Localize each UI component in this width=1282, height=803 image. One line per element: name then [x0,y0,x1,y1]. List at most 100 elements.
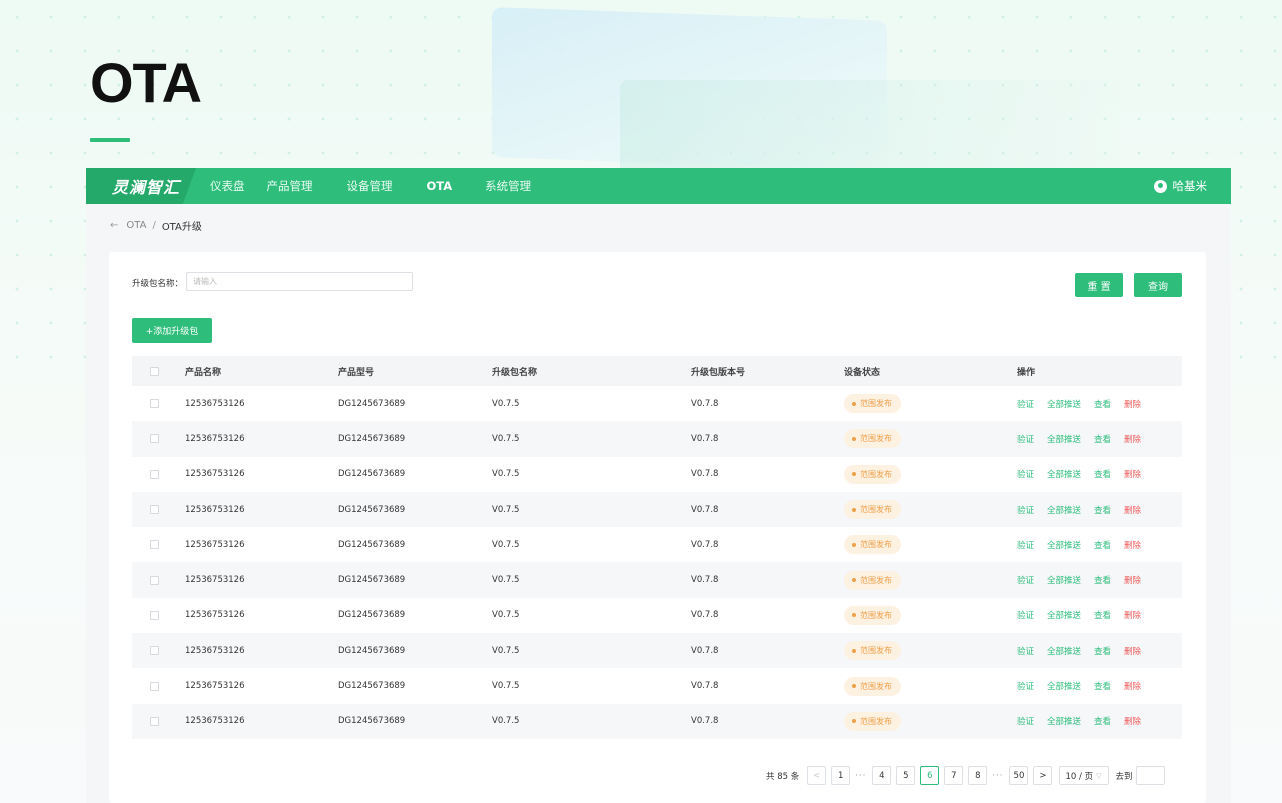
delete-link[interactable]: 删除 [1124,682,1141,692]
add-package-button[interactable]: +添加升级包 [132,318,212,343]
row-checkbox[interactable] [150,575,159,585]
row-checkbox[interactable] [150,505,159,515]
row-checkbox[interactable] [150,610,159,620]
product-model-cell: DG1245673689 [338,575,406,586]
page-button[interactable]: 50 [1009,766,1029,785]
push-all-link[interactable]: 全部推送 [1047,541,1081,551]
push-all-link[interactable]: 全部推送 [1047,435,1081,445]
row-checkbox[interactable] [150,716,159,726]
goto-page-input[interactable] [1136,766,1166,785]
push-all-link[interactable]: 全部推送 [1047,647,1081,657]
chevron-down-icon: ▽ [1096,771,1102,780]
page-button[interactable]: 7 [944,766,964,785]
view-link[interactable]: 查看 [1094,400,1111,410]
status-badge: 范围发布 [844,500,901,520]
breadcrumb-parent[interactable]: OTA [126,220,146,231]
row-checkbox[interactable] [150,469,159,479]
verify-link[interactable]: 验证 [1017,717,1034,727]
prev-page-button[interactable]: < [807,766,827,785]
user-menu[interactable]: 哈基米 [1153,168,1207,204]
row-checkbox[interactable] [150,646,159,656]
view-link[interactable]: 查看 [1094,470,1111,480]
verify-link[interactable]: 验证 [1017,470,1034,480]
column-header: 升级包名称 [492,367,538,378]
delete-link[interactable]: 删除 [1124,400,1141,410]
table-row: 12536753126 DG1245673689 V0.7.5 V0.7.8 范… [132,527,1182,562]
push-all-link[interactable]: 全部推送 [1047,506,1081,516]
page-button[interactable]: 5 [896,766,916,785]
push-all-link[interactable]: 全部推送 [1047,717,1081,727]
nav-item-dashboard[interactable]: 仪表盘 [210,178,245,194]
verify-link[interactable]: 验证 [1017,506,1034,516]
view-link[interactable]: 查看 [1094,506,1111,516]
package-version-cell: V0.7.8 [691,716,719,727]
view-link[interactable]: 查看 [1094,647,1111,657]
select-all-checkbox[interactable] [150,366,159,376]
next-page-button[interactable]: > [1033,766,1053,785]
page-button[interactable]: 6 [920,766,940,785]
delete-link[interactable]: 删除 [1124,506,1141,516]
product-name-cell: 12536753126 [185,433,245,444]
row-checkbox[interactable] [150,399,159,409]
view-link[interactable]: 查看 [1094,576,1111,586]
view-link[interactable]: 查看 [1094,717,1111,727]
delete-link[interactable]: 删除 [1124,435,1141,445]
push-all-link[interactable]: 全部推送 [1047,400,1081,410]
view-link[interactable]: 查看 [1094,682,1111,692]
page-button[interactable]: 8 [968,766,988,785]
status-dot-icon [852,507,856,512]
view-link[interactable]: 查看 [1094,611,1111,621]
delete-link[interactable]: 删除 [1124,717,1141,727]
package-name-input[interactable] [186,272,413,291]
back-arrow-icon[interactable]: ← [110,220,118,231]
title-underline [90,138,130,142]
verify-link[interactable]: 验证 [1017,611,1034,621]
row-checkbox[interactable] [150,434,159,444]
status-badge: 范围发布 [844,429,901,449]
verify-link[interactable]: 验证 [1017,682,1034,692]
delete-link[interactable]: 删除 [1124,647,1141,657]
push-all-link[interactable]: 全部推送 [1047,682,1081,692]
nav-item-system[interactable]: 系统管理 [485,178,531,194]
page-button[interactable]: 1 [831,766,851,785]
verify-link[interactable]: 验证 [1017,647,1034,657]
verify-link[interactable]: 验证 [1017,435,1034,445]
package-name-cell: V0.7.5 [492,539,520,550]
delete-link[interactable]: 删除 [1124,541,1141,551]
reset-button[interactable]: 重 置 [1075,273,1123,297]
nav-item-products[interactable]: 产品管理 [267,178,313,194]
query-button[interactable]: 查询 [1134,273,1182,297]
breadcrumb-separator: / [152,220,156,231]
product-name-cell: 12536753126 [185,645,245,656]
delete-link[interactable]: 删除 [1124,611,1141,621]
pagination-ellipsis[interactable]: ··· [992,771,1003,781]
status-text: 范围发布 [860,399,892,409]
app-window: 灵澜智汇 仪表盘 产品管理 设备管理 OTA 系统管理 哈基米 ← OTA / … [86,168,1231,803]
verify-link[interactable]: 验证 [1017,576,1034,586]
delete-link[interactable]: 删除 [1124,576,1141,586]
row-checkbox[interactable] [150,681,159,691]
status-text: 范围发布 [860,646,892,656]
verify-link[interactable]: 验证 [1017,400,1034,410]
push-all-link[interactable]: 全部推送 [1047,576,1081,586]
package-name-cell: V0.7.5 [492,504,520,515]
view-link[interactable]: 查看 [1094,541,1111,551]
nav-item-ota[interactable]: OTA [427,179,453,193]
page-size-select[interactable]: 10 / 页 ▽ [1059,766,1110,785]
status-text: 范围发布 [860,469,892,479]
package-version-cell: V0.7.8 [691,398,719,409]
page-button[interactable]: 4 [872,766,892,785]
push-all-link[interactable]: 全部推送 [1047,611,1081,621]
view-link[interactable]: 查看 [1094,435,1111,445]
package-name-cell: V0.7.5 [492,610,520,621]
delete-link[interactable]: 删除 [1124,470,1141,480]
push-all-link[interactable]: 全部推送 [1047,470,1081,480]
status-text: 范围发布 [860,575,892,585]
row-checkbox[interactable] [150,540,159,550]
row-actions: 验证 全部推送 查看 删除 [1017,539,1154,551]
row-actions: 验证 全部推送 查看 删除 [1017,715,1154,727]
row-actions: 验证 全部推送 查看 删除 [1017,680,1154,692]
pagination-ellipsis[interactable]: ··· [855,771,866,781]
nav-item-devices[interactable]: 设备管理 [347,178,393,194]
verify-link[interactable]: 验证 [1017,541,1034,551]
